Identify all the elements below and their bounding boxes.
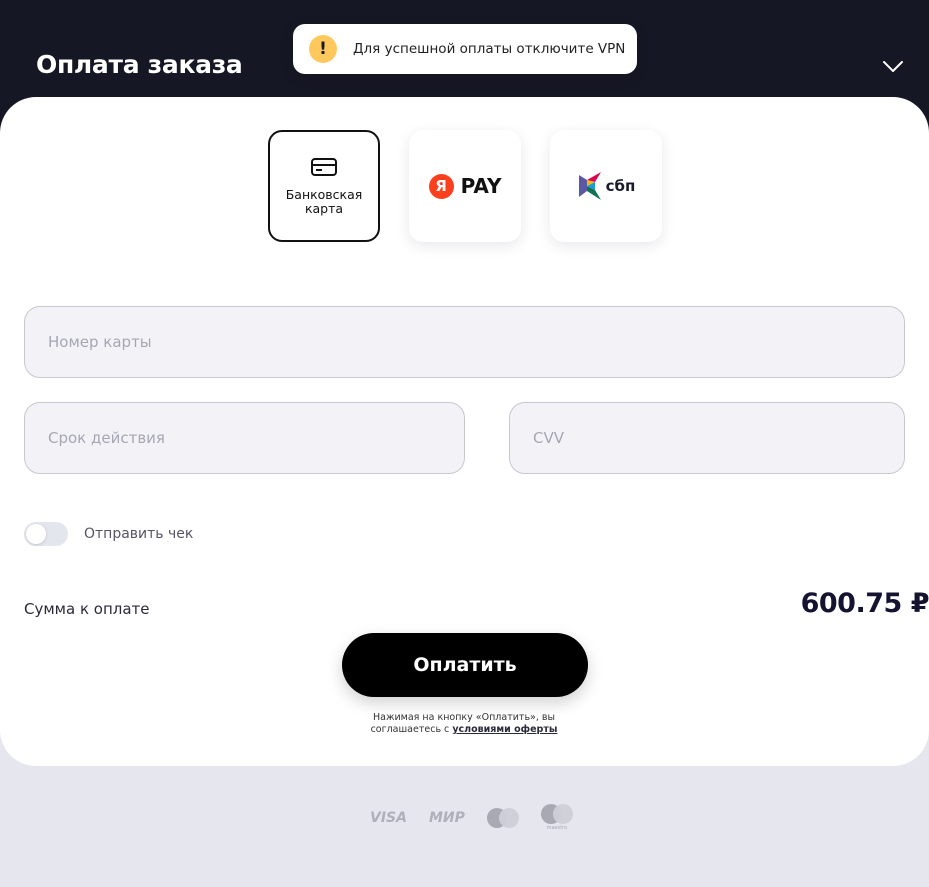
cvv-input[interactable] — [533, 403, 904, 473]
yandex-pay-text: PAY — [460, 174, 502, 198]
payment-methods: Банковская карта Я PAY сбп — [268, 130, 662, 242]
method-bank-card[interactable]: Банковская карта — [268, 130, 380, 242]
receipt-toggle-label: Отправить чек — [84, 526, 194, 542]
payment-brands: VISA МИР maestro — [370, 804, 573, 831]
warning-icon: ! — [309, 35, 337, 63]
mir-logo-icon: МИР — [428, 809, 465, 826]
chevron-down-icon[interactable] — [880, 56, 906, 76]
toast-message: Для успешной оплаты отключите VPN — [353, 41, 626, 57]
card-number-field[interactable] — [24, 306, 905, 378]
card-number-input[interactable] — [48, 307, 904, 377]
sbp-icon — [578, 172, 601, 200]
legal-notice: Нажимая на кнопку «Оплатить», вы соглаша… — [364, 712, 564, 736]
maestro-label: maestro — [546, 825, 568, 831]
sbp-logo: сбп — [577, 171, 636, 201]
yandex-logo-icon: Я — [428, 173, 454, 199]
receipt-toggle[interactable] — [24, 522, 68, 546]
vpn-warning-toast: ! Для успешной оплаты отключите VPN — [293, 24, 637, 74]
pay-button[interactable]: Оплатить — [342, 633, 588, 697]
method-bank-card-label: Банковская карта — [285, 187, 363, 216]
maestro-logo-icon: maestro — [540, 804, 573, 831]
method-sbp[interactable]: сбп — [550, 130, 662, 242]
sum-label: Сумма к оплате — [24, 600, 150, 618]
expiry-input[interactable] — [48, 403, 464, 473]
cvv-field[interactable] — [509, 402, 905, 474]
method-yandex-pay[interactable]: Я PAY — [409, 130, 521, 242]
offer-terms-link[interactable]: условиями оферты — [452, 724, 557, 735]
toggle-knob — [26, 524, 46, 544]
sum-amount: 600.75 ₽ — [800, 588, 929, 619]
expiry-field[interactable] — [24, 402, 465, 474]
sbp-text: сбп — [605, 177, 636, 195]
mastercard-logo-icon — [486, 807, 519, 828]
credit-card-icon — [311, 158, 337, 176]
visa-logo-icon: VISA — [370, 809, 407, 826]
receipt-toggle-row: Отправить чек — [24, 522, 193, 546]
yandex-pay-logo: Я PAY — [428, 173, 502, 199]
page-title: Оплата заказа — [36, 50, 243, 79]
